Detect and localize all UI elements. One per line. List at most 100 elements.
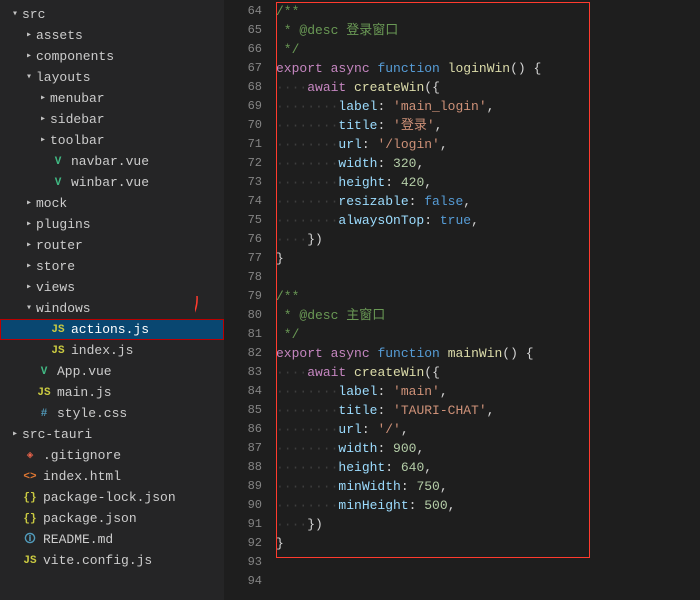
code-line[interactable]: ····}) — [276, 230, 700, 249]
code-line[interactable]: ····}) — [276, 515, 700, 534]
file-index.js[interactable]: JSindex.js — [0, 340, 224, 361]
token-bool: false — [424, 194, 463, 209]
tree-label: toolbar — [50, 130, 105, 151]
token-c: */ — [276, 42, 299, 57]
code-line[interactable]: ········title: 'TAURI-CHAT', — [276, 401, 700, 420]
file-winbar.vue[interactable]: Vwinbar.vue — [0, 172, 224, 193]
html-icon: <> — [22, 469, 38, 485]
token-op: : — [377, 403, 393, 418]
code-line[interactable]: ········label: 'main_login', — [276, 97, 700, 116]
code-line[interactable]: ········resizable: false, — [276, 192, 700, 211]
code-line[interactable]: export async function loginWin() { — [276, 59, 700, 78]
code-line[interactable]: */ — [276, 325, 700, 344]
line-number: 71 — [224, 135, 276, 154]
code-line[interactable]: */ — [276, 40, 700, 59]
token-ws: ········ — [276, 118, 338, 133]
tree-label: vite.config.js — [43, 550, 152, 571]
file-explorer[interactable]: ▾src▸assets▸components▾layouts▸menubar▸s… — [0, 0, 224, 600]
token-k: await — [307, 80, 346, 95]
line-number: 88 — [224, 458, 276, 477]
code-line[interactable]: ········url: '/login', — [276, 135, 700, 154]
file-package.json[interactable]: {} package.json — [0, 508, 224, 529]
tree-label: package.json — [43, 508, 137, 529]
code-line[interactable]: ····await createWin({ — [276, 363, 700, 382]
code-line[interactable]: ········label: 'main', — [276, 382, 700, 401]
folder-windows[interactable]: ▾windows — [0, 298, 224, 319]
code-line[interactable]: ········width: 320, — [276, 154, 700, 173]
folder-mock[interactable]: ▸mock — [0, 193, 224, 214]
line-number: 66 — [224, 40, 276, 59]
code-line[interactable]: ········minWidth: 750, — [276, 477, 700, 496]
json-icon: {} — [22, 511, 38, 527]
tree-label: src — [22, 4, 45, 25]
folder-components[interactable]: ▸components — [0, 46, 224, 67]
folder-layouts[interactable]: ▾layouts — [0, 67, 224, 88]
token-op: : — [377, 118, 393, 133]
code-line[interactable]: * @desc 登录窗口 — [276, 21, 700, 40]
token-s: function — [377, 61, 439, 76]
file-App.vue[interactable]: VApp.vue — [0, 361, 224, 382]
token-num: 420 — [401, 175, 424, 190]
line-number: 70 — [224, 116, 276, 135]
code-line[interactable]: ········width: 900, — [276, 439, 700, 458]
code-line[interactable]: ········height: 420, — [276, 173, 700, 192]
code-line[interactable]: } — [276, 249, 700, 268]
css-icon: # — [36, 406, 52, 422]
code-line[interactable] — [276, 553, 700, 572]
folder-plugins[interactable]: ▸plugins — [0, 214, 224, 235]
code-line[interactable]: ········url: '/', — [276, 420, 700, 439]
line-number: 67 — [224, 59, 276, 78]
file-.gitignore[interactable]: ◈.gitignore — [0, 445, 224, 466]
folder-src-tauri[interactable]: ▸src-tauri — [0, 424, 224, 445]
code-line[interactable]: * @desc 主窗口 — [276, 306, 700, 325]
line-number: 65 — [224, 21, 276, 40]
tree-label: actions.js — [71, 319, 149, 340]
token-op: , — [440, 479, 448, 494]
tree-label: windows — [36, 298, 91, 319]
file-navbar.vue[interactable]: Vnavbar.vue — [0, 151, 224, 172]
file-main.js[interactable]: JSmain.js — [0, 382, 224, 403]
tree-label: assets — [36, 25, 83, 46]
line-number: 84 — [224, 382, 276, 401]
token-ws: ···· — [276, 365, 307, 380]
code-line[interactable]: ········alwaysOnTop: true, — [276, 211, 700, 230]
code-line[interactable]: ····await createWin({ — [276, 78, 700, 97]
code-line[interactable] — [276, 572, 700, 591]
token-op: , — [401, 422, 409, 437]
file-index.html[interactable]: <>index.html — [0, 466, 224, 487]
folder-router[interactable]: ▸router — [0, 235, 224, 256]
code-line[interactable]: } — [276, 534, 700, 553]
code-line[interactable]: ········minHeight: 500, — [276, 496, 700, 515]
token-ws: ········ — [276, 137, 338, 152]
md-icon: 🛈 — [22, 532, 38, 548]
code-line[interactable]: /** — [276, 2, 700, 21]
line-number: 89 — [224, 477, 276, 496]
code-line[interactable]: export async function mainWin() { — [276, 344, 700, 363]
token-op: : — [385, 175, 401, 190]
token-p: () { — [510, 61, 541, 76]
file-style.css[interactable]: #style.css — [0, 403, 224, 424]
file-package-lock.json[interactable]: {}package-lock.json — [0, 487, 224, 508]
folder-views[interactable]: ▸views — [0, 277, 224, 298]
file-vite.config.js[interactable]: JSvite.config.js — [0, 550, 224, 571]
folder-menubar[interactable]: ▸menubar — [0, 88, 224, 109]
code-line[interactable]: /** — [276, 287, 700, 306]
folder-src[interactable]: ▾src — [0, 4, 224, 25]
folder-toolbar[interactable]: ▸toolbar — [0, 130, 224, 151]
token-str: '/' — [377, 422, 400, 437]
code-line[interactable]: ········title: '登录', — [276, 116, 700, 135]
file-actions.js[interactable]: JS actions.js — [0, 319, 224, 340]
code-area[interactable]: /** * @desc 登录窗口 */export async function… — [276, 0, 700, 600]
chevron-down-icon: ▾ — [22, 298, 36, 319]
code-editor[interactable]: 6465666768697071727374757677787980818283… — [224, 0, 700, 600]
folder-sidebar[interactable]: ▸sidebar — [0, 109, 224, 130]
folder-assets[interactable]: ▸assets — [0, 25, 224, 46]
folder-store[interactable]: ▸store — [0, 256, 224, 277]
code-line[interactable]: ········height: 640, — [276, 458, 700, 477]
line-number: 85 — [224, 401, 276, 420]
line-gutter: 6465666768697071727374757677787980818283… — [224, 0, 276, 600]
js-icon: JS — [50, 322, 66, 338]
file-README.md[interactable]: 🛈README.md — [0, 529, 224, 550]
line-number: 76 — [224, 230, 276, 249]
code-line[interactable] — [276, 268, 700, 287]
